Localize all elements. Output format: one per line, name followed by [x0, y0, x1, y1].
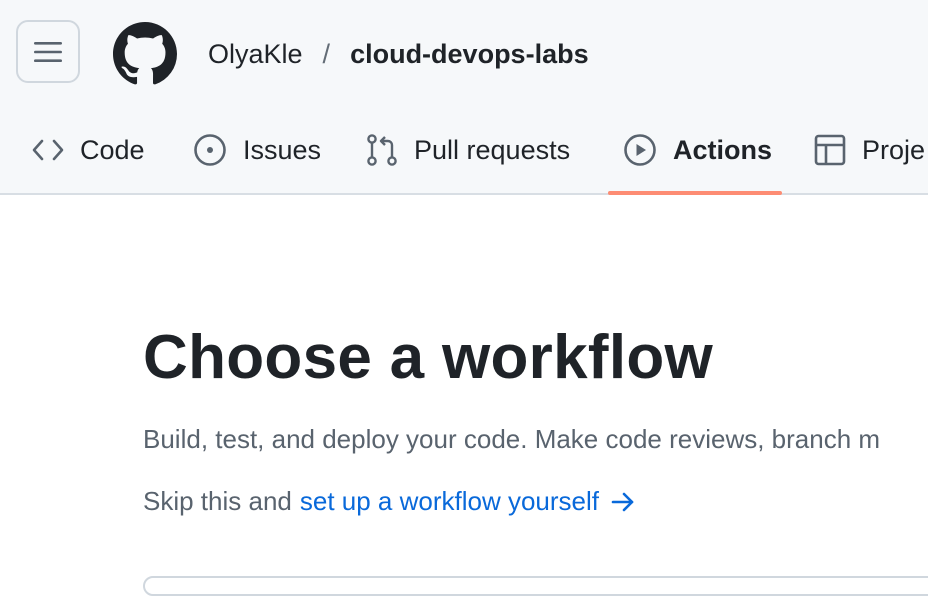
page-title: Choose a workflow [143, 323, 714, 392]
breadcrumb-owner-link[interactable]: OlyaKle [208, 39, 303, 70]
code-icon [32, 139, 64, 161]
repo-nav-tabs: Code Issues Pull requests Actions Proje [0, 120, 928, 195]
github-mark-icon[interactable] [113, 22, 177, 86]
skip-setup-line: Skip this and set up a workflow yourself [143, 486, 635, 517]
breadcrumb-repo-link[interactable]: cloud-devops-labs [350, 39, 589, 70]
breadcrumb: OlyaKle / cloud-devops-labs [208, 36, 589, 72]
breadcrumb-separator: / [322, 38, 331, 69]
play-icon [624, 134, 656, 166]
page-description: Build, test, and deploy your code. Make … [143, 424, 881, 454]
tab-actions-label: Actions [673, 134, 773, 165]
hamburger-icon [34, 41, 62, 62]
arrow-right-icon[interactable] [611, 491, 635, 513]
tab-issues[interactable]: Issues [193, 120, 321, 180]
tab-projects[interactable]: Proje [814, 120, 925, 180]
git-pull-request-icon [367, 134, 397, 166]
skip-prefix-text: Skip this and [143, 486, 292, 516]
tab-issues-label: Issues [243, 134, 322, 165]
repo-header: OlyaKle / cloud-devops-labs Code Issues [0, 0, 928, 195]
tab-actions[interactable]: Actions [623, 120, 772, 180]
tab-code[interactable]: Code [32, 120, 145, 180]
tab-code-label: Code [80, 134, 145, 165]
tab-projects-label: Proje [862, 134, 926, 165]
menu-button[interactable] [16, 20, 80, 83]
tab-pull-requests-label: Pull requests [414, 134, 571, 165]
workflow-search-card [143, 576, 928, 596]
setup-workflow-yourself-link[interactable]: set up a workflow yourself [300, 486, 599, 517]
selected-tab-indicator [608, 191, 782, 195]
issue-opened-icon [194, 134, 226, 166]
tab-pull-requests[interactable]: Pull requests [366, 120, 570, 180]
table-icon [814, 134, 846, 166]
